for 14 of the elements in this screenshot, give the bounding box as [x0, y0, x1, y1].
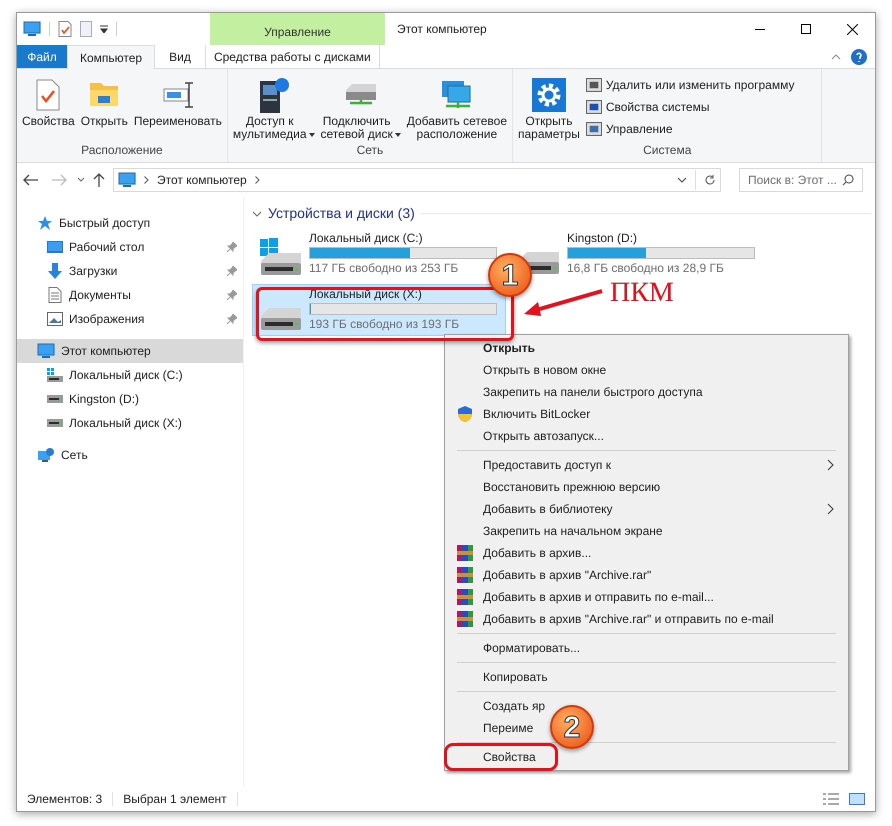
context-tab-header: Управление: [210, 13, 385, 45]
window-title: Этот компьютер: [396, 21, 488, 38]
annotation-caption: ПКМ: [610, 279, 674, 307]
ribbon-group-label: Система: [642, 142, 692, 159]
status-item-count: Элементов: 3: [27, 791, 102, 808]
drive-free-space: 193 ГБ свободно из 193 ГБ: [309, 317, 460, 331]
drive-name: Локальный диск (C:): [309, 231, 424, 245]
drive-name: Локальный диск (X:): [309, 287, 423, 301]
drive-free-space: 16,8 ГБ свободно из 28,9 ГБ: [567, 261, 725, 275]
ribbon-group-label: Сеть: [356, 142, 384, 159]
status-selection: Выбран 1 элемент: [123, 791, 227, 808]
ribbon-group-label: Расположение: [80, 142, 164, 159]
drive-name: Kingston (D:): [567, 231, 638, 245]
drive-free-space: 117 ГБ свободно из 253 ГБ: [309, 261, 460, 275]
